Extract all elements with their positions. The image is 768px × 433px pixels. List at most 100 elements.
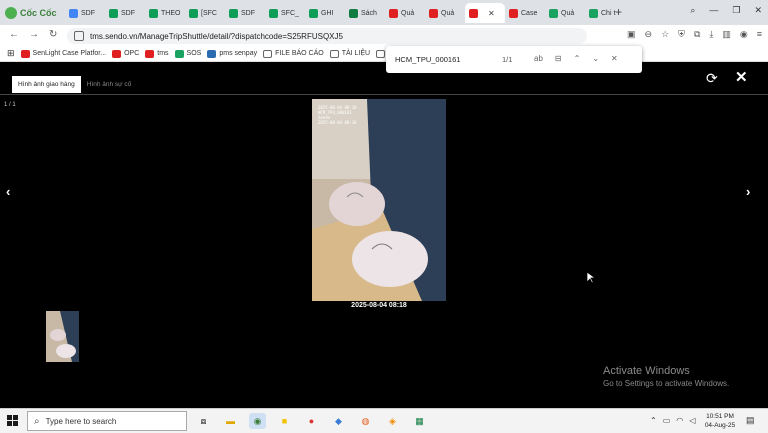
sheets-icon: [189, 8, 198, 18]
sticky-notes-icon[interactable]: ■: [276, 413, 293, 429]
delivery-photo: 2025-08-04 08:18 HCM_TPU_000161 Sendo 20…: [312, 99, 446, 301]
browser-tab[interactable]: [SFC: [185, 3, 225, 23]
tab-close-icon[interactable]: ✕: [488, 9, 495, 18]
find-close-icon[interactable]: ✕: [611, 54, 618, 63]
apps-grid-icon[interactable]: ⊞: [7, 48, 15, 59]
browser-tab[interactable]: SDF: [105, 3, 145, 23]
browser-tab[interactable]: Case: [505, 3, 545, 23]
bookmark-star-icon[interactable]: ☆: [661, 29, 669, 40]
reload-icon[interactable]: ↻: [49, 29, 57, 40]
url-text[interactable]: tms.sendo.vn/ManageTripShuttle/detail/?d…: [90, 32, 343, 41]
browser-tab-label: SDF: [241, 9, 255, 17]
sendo-icon: [112, 49, 122, 58]
browser-tab-label: THEO: [161, 9, 181, 17]
rotate-icon[interactable]: ⟳: [706, 70, 718, 87]
browser-tab[interactable]: SDF: [65, 3, 105, 23]
system-tray: ⌃ ▭ ◠ ◁: [650, 416, 695, 425]
window-close-icon[interactable]: ✕: [754, 5, 762, 16]
sheets-icon: [149, 8, 158, 18]
sendo-icon: [469, 8, 478, 18]
file-explorer-icon[interactable]: ▬: [222, 413, 239, 429]
sendo-icon: [509, 8, 518, 18]
new-tab-plus-icon[interactable]: +: [615, 5, 622, 19]
viewer-divider: [0, 94, 768, 95]
tab-delivery-images[interactable]: Hình ảnh giao hàng: [12, 76, 81, 93]
tab-incident-images[interactable]: Hình ảnh sự cố: [81, 76, 137, 93]
image-counter: 1 / 1: [4, 102, 16, 108]
bookmark-item[interactable]: SenLight Case Platfor...: [20, 49, 107, 58]
back-arrow-icon[interactable]: ←: [9, 29, 19, 40]
prev-image-chevron-icon[interactable]: ‹: [6, 184, 10, 199]
browser-tab[interactable]: Quả: [545, 3, 585, 23]
whole-word-icon[interactable]: ⊟: [555, 54, 562, 63]
battery-icon[interactable]: ▭: [663, 416, 671, 425]
next-image-chevron-icon[interactable]: ›: [746, 184, 750, 199]
browser-tab[interactable]: Quả: [385, 3, 425, 23]
profile-icon[interactable]: ◉: [740, 29, 748, 40]
browser-tab[interactable]: Quả: [425, 3, 465, 23]
browser-tab[interactable]: GHI: [305, 3, 345, 23]
tray-chevron-up-icon[interactable]: ⌃: [650, 416, 657, 425]
browser-tab[interactable]: ✕: [465, 3, 505, 23]
taskbar-clock[interactable]: 10:51 PM 04-Aug-25: [702, 412, 738, 430]
browser-tab-label: SDF: [121, 9, 135, 17]
browser-brand-label: Cốc Cốc: [20, 8, 57, 18]
bookmark-item[interactable]: pms senpay: [207, 49, 257, 58]
task-view-icon[interactable]: ⧈: [195, 413, 212, 429]
search-icon: ⌕: [34, 415, 40, 427]
site-info-icon[interactable]: [74, 31, 84, 41]
app-icon-orange[interactable]: ◈: [384, 413, 401, 429]
restore-icon[interactable]: ❐: [732, 5, 740, 16]
bookmark-label: OPC: [124, 50, 140, 57]
coccoc-taskbar-icon[interactable]: ◉: [249, 413, 266, 429]
browser-tab[interactable]: THEO: [145, 3, 185, 23]
bookmark-item[interactable]: SOS: [174, 49, 201, 58]
bookmark-item[interactable]: OPC: [112, 49, 140, 58]
minimize-icon[interactable]: —: [709, 5, 718, 16]
extensions-icon[interactable]: ⧉: [694, 29, 700, 40]
sheets-icon: [109, 8, 118, 18]
sendo-icon: [145, 49, 155, 58]
taskbar-search[interactable]: ⌕ Type here to search: [27, 411, 187, 431]
find-prev-chevron-icon[interactable]: ⌃: [574, 54, 581, 63]
find-input[interactable]: [395, 55, 485, 64]
notification-icon[interactable]: ▤: [746, 415, 755, 426]
network-icon[interactable]: ◠: [676, 416, 683, 425]
bookmark-item[interactable]: tms: [145, 49, 169, 58]
url-omnibox[interactable]: tms.sendo.vn/ManageTripShuttle/detail/?d…: [67, 28, 587, 44]
forward-arrow-icon[interactable]: →: [29, 29, 39, 40]
excel-icon: [349, 8, 358, 18]
bookmark-label: SenLight Case Platfor...: [32, 50, 107, 57]
photo-timestamp: 2025-08-04 08:18: [351, 302, 407, 309]
windows-taskbar: ⌕ Type here to search ⧈ ▬ ◉ ■ ● ◆ ◍ ◈ ▦ …: [0, 408, 768, 433]
browser-tab[interactable]: SDF: [225, 3, 265, 23]
tab-search-icon[interactable]: ⌕: [690, 5, 695, 16]
volume-icon[interactable]: ◁: [689, 416, 695, 425]
excel-icon[interactable]: ▦: [411, 413, 428, 429]
page-translate-icon[interactable]: ▣: [627, 29, 636, 40]
windows-start-icon[interactable]: [7, 415, 18, 426]
shield-icon[interactable]: ⛨: [678, 29, 685, 40]
bookmark-label: TÀI LIỆU: [341, 50, 371, 57]
match-case-icon[interactable]: ab: [534, 54, 543, 63]
ultraviewer-icon[interactable]: ◍: [357, 413, 374, 429]
bookmark-item[interactable]: FILE BÁO CÁO: [263, 49, 324, 58]
sidebar-icon[interactable]: ▥: [722, 29, 731, 40]
zoom-icon[interactable]: ⊖: [645, 29, 653, 40]
download-icon[interactable]: ⤓: [709, 29, 713, 40]
tab-strip: SDF SDF THEO [SFC SDF SFC_ GHI Sách Quả Quả ✕ Case Q…: [65, 3, 625, 23]
s-icon: [174, 49, 184, 58]
browser-tab[interactable]: Sách: [345, 3, 385, 23]
sendo-icon: [429, 8, 438, 18]
find-next-chevron-icon[interactable]: ⌄: [592, 54, 599, 63]
chat-app-icon[interactable]: ●: [303, 413, 320, 429]
photo-thumbnail[interactable]: [46, 311, 79, 362]
viewer-close-icon[interactable]: ✕: [735, 68, 748, 86]
clock-time: 10:51 PM: [706, 413, 734, 420]
menu-icon[interactable]: ≡: [757, 29, 762, 40]
taskbar-search-placeholder: Type here to search: [45, 416, 117, 426]
browser-tab[interactable]: SFC_: [265, 3, 305, 23]
bookmark-item[interactable]: TÀI LIỆU: [329, 49, 371, 58]
browser-brand[interactable]: Cốc Cốc: [5, 5, 57, 21]
app-icon[interactable]: ◆: [330, 413, 347, 429]
